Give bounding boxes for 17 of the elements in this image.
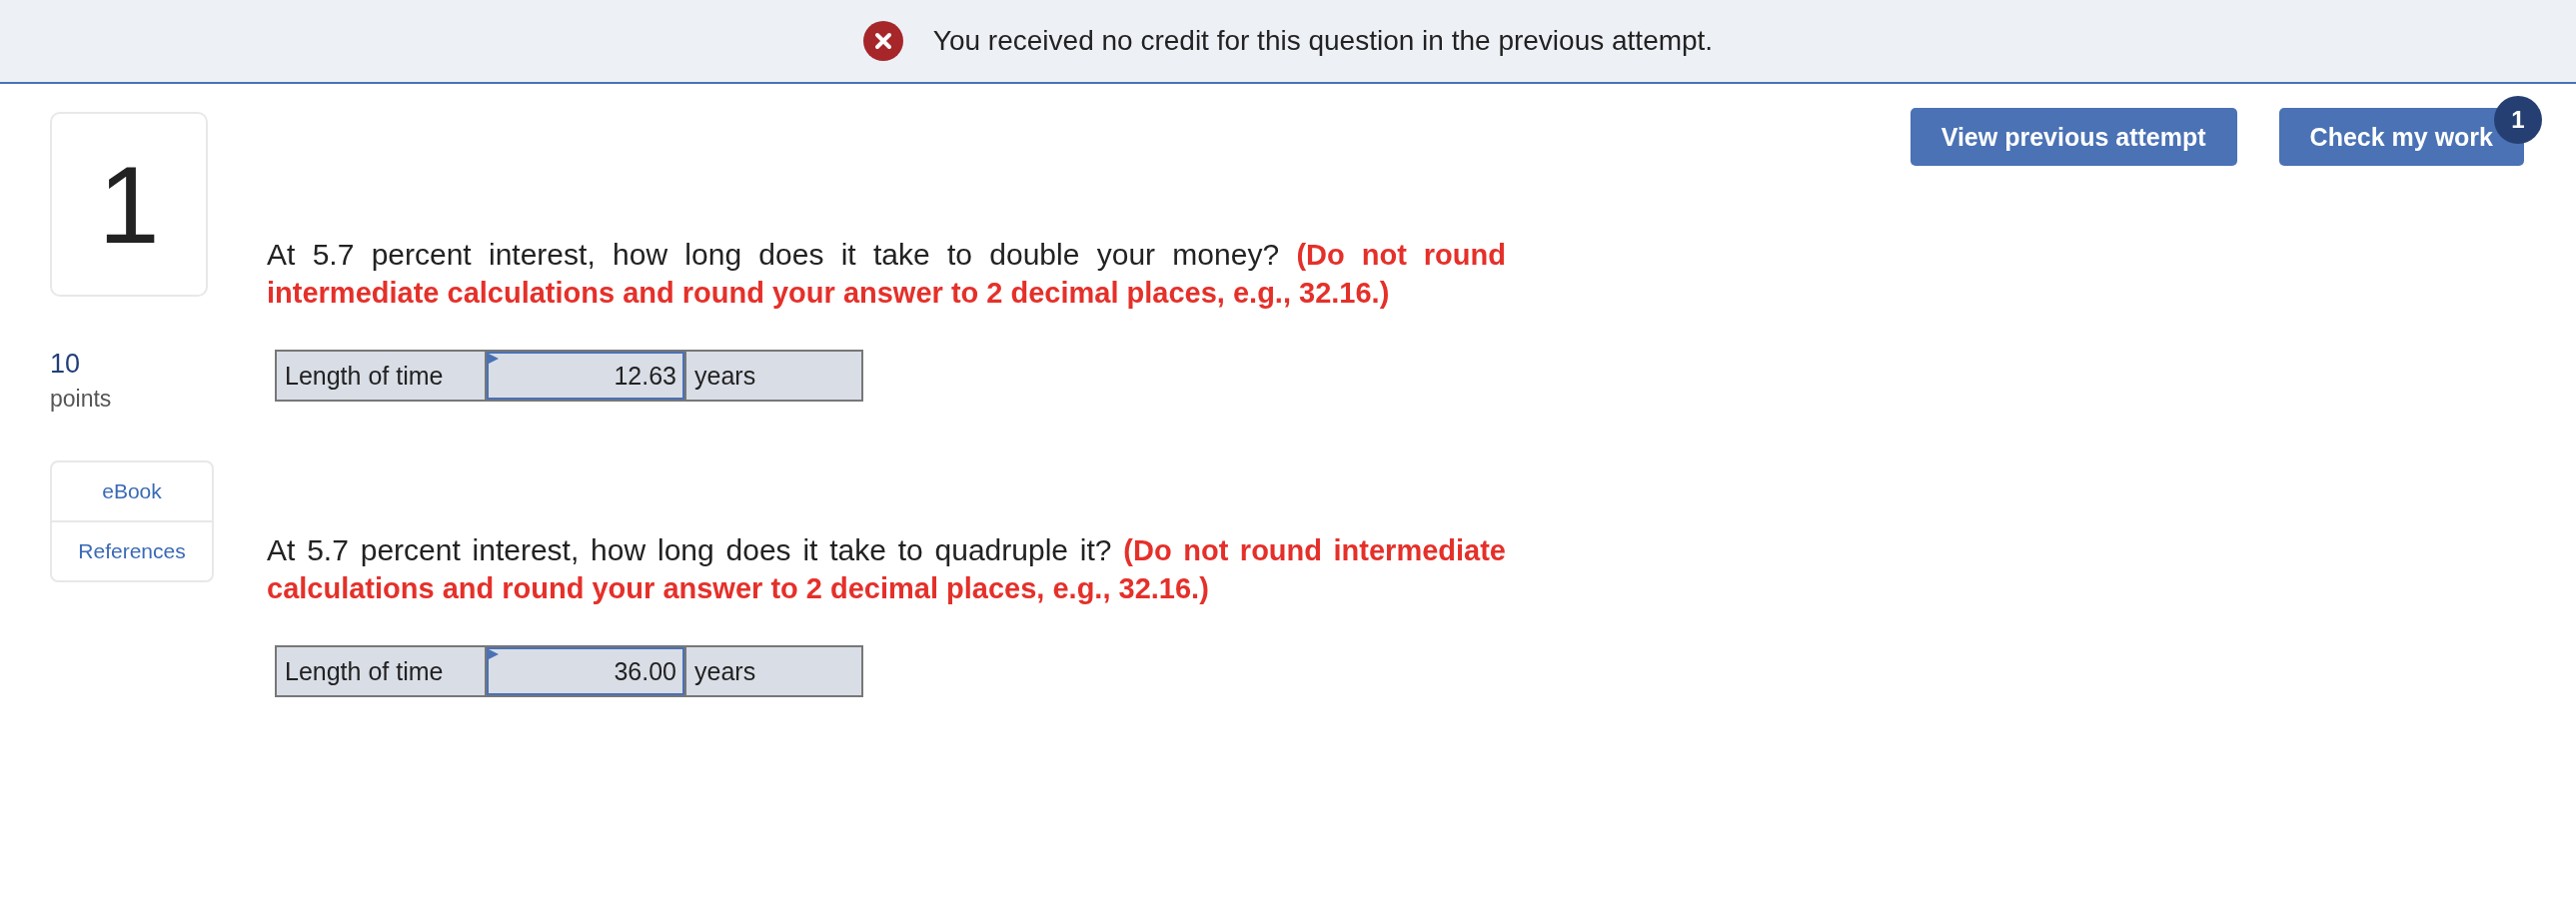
resource-link[interactable]: References <box>52 520 212 580</box>
corner-flag-icon <box>489 354 499 364</box>
error-icon <box>862 21 903 61</box>
question-number: 1 <box>50 112 208 297</box>
answer-field[interactable]: 36.00 <box>487 647 684 695</box>
points-label: points <box>50 386 113 413</box>
question-text: At 5.7 percent interest, how long does it take to quadruple it? (Do not round intermediate calculations and round your answer to 2 decimal places, e.g., 32.16.) <box>267 532 1506 606</box>
answer-field[interactable]: 12.63 <box>487 352 684 400</box>
resource-link[interactable]: eBook <box>52 462 212 520</box>
action-button[interactable]: View previous attempt <box>1910 108 2237 166</box>
corner-flag-icon <box>489 649 499 659</box>
alert-message: You received no credit for this question in the previous attempt. <box>932 25 1714 57</box>
answer-unit: years <box>684 647 861 695</box>
answer-unit: years <box>684 352 861 400</box>
points-value: 10 <box>50 349 82 380</box>
question-text: At 5.7 percent interest, how long does it take to double your money? (Do not round intermediate calculations and round your answer to 2 decimal places, e.g., 32.16.) <box>267 237 1506 311</box>
count-badge: 1 <box>2494 96 2542 144</box>
